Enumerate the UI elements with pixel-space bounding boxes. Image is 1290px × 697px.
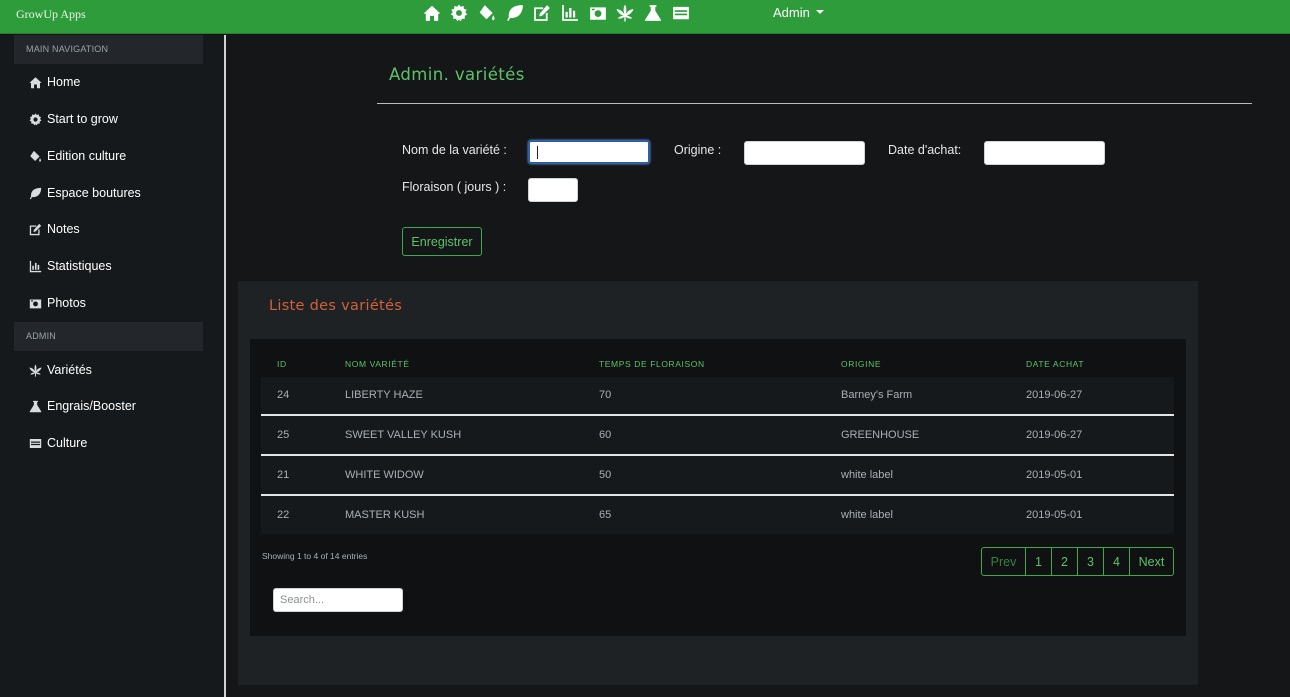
purchase-date-input[interactable]: [984, 141, 1105, 165]
cell-date: 2019-05-01: [1026, 469, 1083, 481]
flask-icon[interactable]: [643, 3, 664, 23]
edit-icon: [29, 223, 42, 235]
column-header-id[interactable]: ID: [277, 359, 287, 369]
sidebar-item-statistiques[interactable]: Statistiques: [29, 256, 112, 276]
paint-bucket-icon[interactable]: [476, 3, 497, 23]
column-header-date[interactable]: DATE ACHAT: [1026, 359, 1084, 369]
paint-bucket-icon: [30, 150, 41, 162]
flowering-days-label: Floraison ( jours ) :: [402, 180, 507, 194]
entries-info: Showing 1 to 4 of 14 entries: [262, 551, 368, 561]
sidebar-item-varietes[interactable]: Variétés: [29, 360, 92, 380]
sidebar-item-notes[interactable]: Notes: [29, 219, 80, 239]
sidebar-item-label: Start to grow: [47, 112, 118, 126]
pagination-prev-button[interactable]: Prev: [981, 547, 1026, 576]
column-header-name[interactable]: NOM VARIÉTÉ: [345, 359, 410, 369]
pagination-page-4[interactable]: 4: [1103, 547, 1130, 576]
admin-label: Admin: [773, 5, 810, 20]
top-icon-bar: [421, 2, 698, 24]
brand-label[interactable]: GrowUp Apps: [16, 7, 86, 22]
sidebar-item-label: Home: [47, 75, 81, 89]
cell-origin: GREENHOUSE: [841, 429, 920, 441]
cannabis-leaf-icon[interactable]: [615, 3, 636, 23]
caret-down-icon: [815, 10, 824, 14]
variety-name-input[interactable]: [528, 140, 650, 164]
cell-flowering: 60: [599, 429, 612, 441]
page-title: Admin. variétés: [389, 65, 525, 84]
column-header-origin[interactable]: ORIGINE: [841, 359, 881, 369]
purchase-date-label: Date d'achat:: [888, 143, 962, 157]
cell-date: 2019-05-01: [1026, 509, 1083, 521]
pagination-page-1[interactable]: 1: [1025, 547, 1052, 576]
cell-date: 2019-06-27: [1026, 389, 1083, 401]
sidebar-item-home[interactable]: Home: [29, 72, 80, 92]
home-icon[interactable]: [421, 3, 442, 23]
sidebar-item-label: Photos: [47, 296, 86, 310]
save-button[interactable]: Enregistrer: [402, 227, 482, 256]
home-icon: [29, 76, 42, 88]
card-icon: [29, 438, 42, 448]
section-main-navigation: MAIN NAVIGATION: [14, 35, 203, 64]
sidebar-item-label: Culture: [47, 436, 88, 450]
sidebar-item-label: Engrais/Booster: [47, 399, 136, 413]
pagination-page-2[interactable]: 2: [1051, 547, 1078, 576]
camera-icon: [29, 298, 42, 308]
sidebar-item-label: Statistiques: [47, 259, 112, 273]
cell-id: 22: [277, 509, 290, 521]
origin-input[interactable]: [744, 141, 865, 165]
sidebar-item-label: Variétés: [47, 363, 92, 377]
cell-origin: Barney's Farm: [841, 389, 913, 401]
sidebar: MAIN NAVIGATION Home Start to grow Editi…: [0, 35, 226, 697]
chart-icon: [29, 260, 42, 272]
card-icon[interactable]: [670, 3, 691, 23]
sidebar-item-engrais-booster[interactable]: Engrais/Booster: [29, 396, 136, 416]
text-cursor: [537, 146, 538, 159]
cell-id: 25: [277, 429, 290, 441]
camera-icon[interactable]: [587, 3, 608, 23]
cell-flowering: 70: [599, 389, 612, 401]
search-input[interactable]: [273, 588, 403, 612]
title-divider: [377, 103, 1252, 104]
edit-icon[interactable]: [532, 3, 553, 23]
flowering-days-input[interactable]: [528, 178, 578, 202]
cell-id: 21: [277, 469, 290, 481]
sidebar-item-label: Notes: [47, 222, 80, 236]
cell-flowering: 50: [599, 469, 612, 481]
variety-name-label: Nom de la variété :: [402, 143, 507, 157]
cell-name: MASTER KUSH: [345, 509, 425, 521]
cell-id: 24: [277, 389, 290, 401]
cell-name: LIBERTY HAZE: [345, 389, 423, 401]
pagination-page-3[interactable]: 3: [1077, 547, 1104, 576]
flask-icon: [29, 400, 42, 412]
sidebar-item-edition-culture[interactable]: Edition culture: [29, 146, 126, 166]
origin-label: Origine :: [674, 143, 722, 157]
cell-name: SWEET VALLEY KUSH: [345, 429, 462, 441]
cell-name: WHITE WIDOW: [345, 469, 424, 481]
pagination: Prev 1 2 3 4 Next: [981, 547, 1174, 576]
admin-dropdown[interactable]: Admin: [773, 5, 824, 20]
leaf-icon[interactable]: [504, 3, 525, 23]
column-header-flowering[interactable]: TEMPS DE FLORAISON: [599, 359, 705, 369]
gear-icon: [29, 112, 42, 125]
cannabis-leaf-icon: [29, 363, 42, 377]
sidebar-item-photos[interactable]: Photos: [29, 293, 86, 313]
cell-flowering: 65: [599, 509, 612, 521]
top-navbar: GrowUp Apps Admin: [0, 0, 1290, 34]
sidebar-item-start-to-grow[interactable]: Start to grow: [29, 109, 118, 129]
cell-origin: white label: [841, 509, 893, 521]
gear-icon[interactable]: [449, 3, 470, 23]
sidebar-item-culture[interactable]: Culture: [29, 433, 87, 453]
pagination-next-button[interactable]: Next: [1129, 547, 1174, 576]
cell-date: 2019-06-27: [1026, 429, 1083, 441]
varieties-list-title: Liste des variétés: [269, 298, 403, 314]
chart-icon[interactable]: [559, 3, 580, 23]
sidebar-item-label: Espace boutures: [47, 186, 141, 200]
cell-origin: white label: [841, 469, 893, 481]
sidebar-item-espace-boutures[interactable]: Espace boutures: [29, 183, 141, 203]
leaf-icon: [29, 187, 42, 199]
sidebar-item-label: Edition culture: [47, 149, 127, 163]
section-admin: ADMIN: [14, 322, 203, 351]
